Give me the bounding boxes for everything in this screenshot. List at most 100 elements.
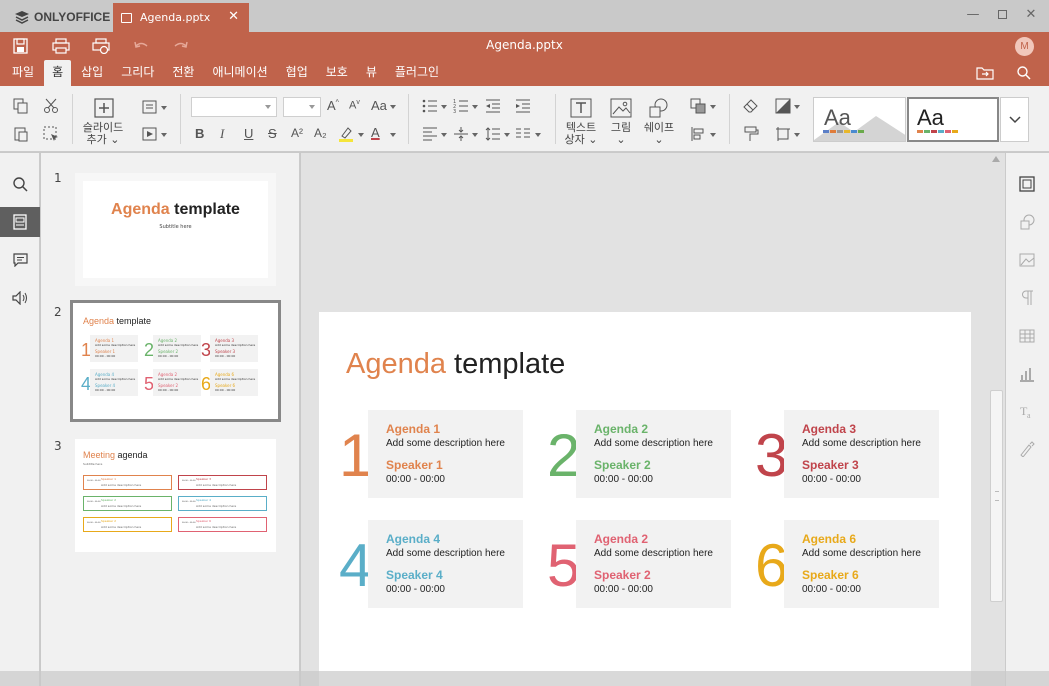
- subscript-icon[interactable]: A₂: [314, 126, 327, 140]
- strikethrough-icon[interactable]: S: [268, 126, 277, 141]
- slide-layout-icon[interactable]: [142, 99, 158, 115]
- slide-title[interactable]: Agenda template: [346, 348, 565, 381]
- slide-2[interactable]: Agenda template 1 Agenda 1 Add some descri…: [319, 312, 971, 686]
- align-left-icon[interactable]: [422, 126, 438, 142]
- line-spacing-icon[interactable]: [485, 126, 501, 142]
- cut-icon[interactable]: [43, 98, 59, 114]
- agenda-card-1[interactable]: Agenda 1 Add some description here Speaker…: [368, 410, 523, 498]
- agenda-card-5[interactable]: Agenda 2 Add some description here Speaker…: [576, 520, 731, 608]
- align-shape-icon[interactable]: [690, 126, 706, 142]
- copy-style-icon[interactable]: [743, 126, 759, 142]
- tab-view[interactable]: 뷰: [358, 60, 385, 86]
- font-color-icon[interactable]: A: [371, 125, 380, 140]
- slide-thumbnail-2[interactable]: Agenda template 1 Agenda 1 Add some descri…: [70, 300, 281, 422]
- onlyoffice-logo[interactable]: ONLYOFFICE: [14, 9, 110, 25]
- copy-icon[interactable]: [13, 98, 29, 114]
- shape-settings-icon[interactable]: [1019, 214, 1035, 230]
- tab-home[interactable]: 홈: [44, 60, 72, 86]
- thumb-agenda-time: 00:00 - 00:00: [158, 388, 179, 392]
- agenda-card-2[interactable]: Agenda 2 Add some description here Speaker…: [576, 410, 731, 498]
- slideshow-icon[interactable]: [142, 126, 158, 142]
- theme-thumbnail-1[interactable]: Aa: [813, 97, 906, 142]
- sidebar-slides[interactable]: [0, 207, 40, 237]
- tab-draw[interactable]: 그리다: [113, 60, 162, 86]
- numbered-list-icon[interactable]: 123: [453, 98, 469, 114]
- shape-icon[interactable]: [648, 98, 670, 118]
- clear-style-icon[interactable]: [743, 98, 759, 114]
- search-icon[interactable]: [1017, 66, 1031, 80]
- scrollbar-thumb[interactable]: [990, 390, 1003, 602]
- slide-size-icon[interactable]: [775, 126, 791, 142]
- image-button[interactable]: 그림 ⌄: [605, 122, 637, 146]
- speaker-name: Speaker 6: [802, 568, 859, 582]
- add-slide-icon[interactable]: [94, 98, 114, 118]
- tab-animation[interactable]: 애니메이션: [204, 60, 275, 86]
- columns-icon[interactable]: [515, 126, 531, 142]
- change-case-icon[interactable]: Aa: [371, 98, 387, 113]
- increase-font-icon[interactable]: A^: [327, 98, 339, 113]
- decrease-indent-icon[interactable]: [485, 98, 501, 114]
- increase-indent-icon[interactable]: [515, 98, 531, 114]
- agenda-card-4[interactable]: Agenda 4 Add some description here Speaker…: [368, 520, 523, 608]
- image-settings-icon[interactable]: [1019, 252, 1035, 268]
- theme-more-button[interactable]: [1000, 97, 1029, 142]
- sidebar-comments[interactable]: [0, 245, 40, 275]
- font-name-select[interactable]: [191, 97, 277, 117]
- bullet-list-icon[interactable]: [422, 98, 438, 114]
- vertical-scrollbar[interactable]: [990, 153, 1004, 673]
- superscript-icon[interactable]: A²: [291, 126, 303, 140]
- vertical-align-icon[interactable]: [453, 126, 469, 142]
- decrease-font-icon[interactable]: Av: [349, 99, 360, 112]
- paragraph-settings-icon[interactable]: [1020, 290, 1034, 306]
- maximize-icon[interactable]: [995, 8, 1009, 22]
- thumb-meeting-row: Speaker 6 Add some description here 00:00 …: [178, 517, 267, 532]
- thumb-agenda-desc: Add some description here: [101, 525, 142, 529]
- slide-settings-icon[interactable]: [1019, 176, 1035, 192]
- slide-thumbnail-3[interactable]: Meeting agenda Subtitle here Speaker 1 Ad…: [75, 439, 276, 552]
- thumb-agenda-time: 00:00 - 00:00: [182, 522, 196, 524]
- tab-plugins[interactable]: 플러그인: [387, 60, 447, 86]
- italic-icon[interactable]: I: [220, 126, 224, 142]
- close-window-icon[interactable]: ✕: [1024, 8, 1038, 22]
- slide-thumbnail-1[interactable]: Agenda template Subtitle here: [75, 173, 276, 286]
- svg-text:3: 3: [453, 109, 456, 114]
- chart-settings-icon[interactable]: [1019, 366, 1035, 382]
- font-size-select[interactable]: [283, 97, 321, 117]
- tab-collaboration[interactable]: 협업: [278, 60, 316, 86]
- document-tab[interactable]: Agenda.pptx ✕: [113, 3, 249, 32]
- agenda-card-3[interactable]: Agenda 3 Add some description here Speaker…: [784, 410, 939, 498]
- bold-icon[interactable]: B: [195, 126, 204, 141]
- highlight-icon[interactable]: [338, 126, 354, 142]
- arrange-icon[interactable]: [690, 98, 706, 114]
- close-tab-icon[interactable]: ✕: [228, 9, 239, 24]
- tab-file[interactable]: 파일: [4, 60, 42, 86]
- signature-icon[interactable]: [1019, 441, 1035, 457]
- open-location-icon[interactable]: [976, 66, 994, 80]
- tab-protection[interactable]: 보호: [318, 60, 356, 86]
- theme-thumbnail-2[interactable]: Aa: [907, 97, 999, 142]
- textbox-button[interactable]: 텍스트 상자 ⌄: [560, 122, 602, 146]
- scroll-up-icon[interactable]: [992, 156, 1000, 162]
- agenda-card-6[interactable]: Agenda 6 Add some description here Speaker…: [784, 520, 939, 608]
- select-all-icon[interactable]: [43, 126, 59, 142]
- thumb-agenda-card: Agenda 4 Add some description here Speaker…: [90, 369, 138, 396]
- thumb-agenda-time: 00:00 - 00:00: [215, 388, 236, 392]
- slides-panel: 1 Agenda template Subtitle here 2 Agenda…: [41, 153, 300, 686]
- image-icon[interactable]: [610, 98, 632, 118]
- thumb-2-title-highlight: Agenda: [83, 316, 115, 326]
- slide-background-icon[interactable]: [775, 98, 791, 114]
- underline-icon[interactable]: U: [244, 126, 253, 141]
- tab-transitions[interactable]: 전환: [164, 60, 202, 86]
- sidebar-audio[interactable]: [0, 283, 40, 313]
- minimize-icon[interactable]: —: [966, 8, 980, 22]
- text-art-icon[interactable]: Ta: [1019, 403, 1035, 419]
- user-avatar[interactable]: M: [1015, 37, 1034, 56]
- paste-icon[interactable]: [13, 126, 29, 142]
- shape-button[interactable]: 쉐이프 ⌄: [640, 122, 678, 146]
- table-settings-icon[interactable]: [1019, 329, 1035, 343]
- add-slide-button[interactable]: 슬라이드 추가 ⌄: [80, 122, 126, 146]
- tab-insert[interactable]: 삽입: [73, 60, 111, 86]
- textbox-icon[interactable]: [570, 98, 592, 118]
- thumb-meeting-row: Speaker 3 Add some description here 00:00 …: [178, 475, 267, 490]
- sidebar-search[interactable]: [0, 169, 40, 199]
